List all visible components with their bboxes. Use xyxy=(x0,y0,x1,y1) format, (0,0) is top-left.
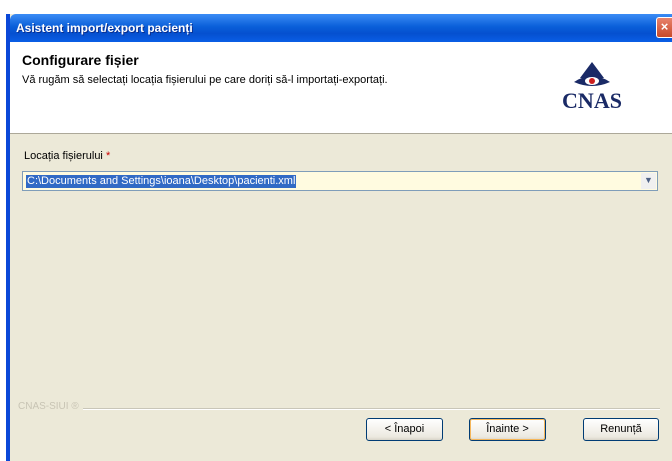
file-location-label-text: Locația fișierului xyxy=(24,150,103,162)
cancel-button[interactable]: Renunță xyxy=(583,418,659,441)
page-title: Configurare fișier xyxy=(22,52,139,68)
wizard-window: Asistent import/export pacienți × Config… xyxy=(6,14,672,461)
logo-text: CNAS xyxy=(562,88,622,113)
chevron-down-icon[interactable]: ▼ xyxy=(641,173,656,189)
title-bar[interactable]: Asistent import/export pacienți × xyxy=(10,14,672,42)
cnas-eye-logo-icon xyxy=(574,62,610,86)
footer-divider xyxy=(24,408,660,410)
wizard-header: Configurare fișier Vă rugăm să selectați… xyxy=(10,42,672,134)
cnas-logo: CNAS xyxy=(550,60,634,118)
file-location-value[interactable]: C:\Documents and Settings\ioana\Desktop\… xyxy=(26,175,297,188)
window-title: Asistent import/export pacienți xyxy=(16,21,193,35)
footer-group-caption: CNAS-SIUI ® xyxy=(18,401,83,412)
required-mark: * xyxy=(105,150,111,162)
page-description: Vă rugăm să selectați locația fișierului… xyxy=(22,74,388,86)
file-location-combo[interactable]: C:\Documents and Settings\ioana\Desktop\… xyxy=(22,171,658,191)
file-location-label: Locația fișierului * xyxy=(24,150,110,162)
close-icon[interactable]: × xyxy=(656,17,672,38)
next-button[interactable]: Înainte > xyxy=(469,418,546,441)
back-button[interactable]: < Înapoi xyxy=(366,418,443,441)
